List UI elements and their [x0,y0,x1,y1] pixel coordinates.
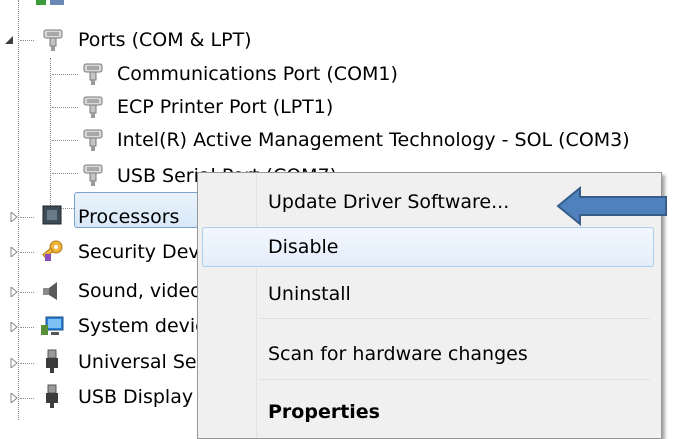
tree-item-com3[interactable]: Intel(R) Active Management Technology - … [117,124,630,156]
speaker-icon [43,282,57,300]
tree-item-label: Communications Port (COM1) [117,63,398,85]
expand-arrow-icon[interactable] [10,322,20,332]
tree-connector [20,292,34,293]
tree-connector [20,363,34,364]
menu-item-scan-hardware[interactable]: Scan for hardware changes [202,334,654,374]
tree-item-lpt1[interactable]: ECP Printer Port (LPT1) [117,91,333,123]
tree-item-usb-display-adapters[interactable]: USB Display Adapters [78,381,197,413]
security-key-icon [42,240,63,261]
menu-separator [260,379,650,380]
tree-item-label: USB Display Adapters [78,386,197,408]
processor-chip-icon [42,205,62,225]
tree-connector [20,327,34,328]
tree-item-label: Security Devices [78,241,197,263]
menu-item-label: Properties [268,401,380,423]
menu-item-uninstall[interactable]: Uninstall [202,274,654,314]
tree-item-label: Sound, video and game controllers [78,280,197,302]
port-connector-icon [83,129,103,151]
usb-plug-icon [46,349,58,373]
tree-item-label: Universal Serial Bus controllers [78,351,197,373]
menu-item-label: Scan for hardware changes [268,343,528,365]
expand-arrow-icon[interactable] [10,287,20,297]
usb-plug-icon [46,384,58,408]
system-computer-icon [41,316,64,335]
tree-connector [52,74,78,75]
tree-connector [50,58,51,208]
tree-connector [20,40,34,41]
tree-item-label: Ports (COM & LPT) [78,29,252,51]
port-connector-icon [43,29,63,51]
tree-item-security-devices[interactable]: Security Devices [78,236,197,268]
tree-connector [20,398,34,399]
tree-connector [52,173,78,174]
menu-item-label: Uninstall [268,283,351,305]
cut-off-device-icon [50,0,64,5]
tree-item-processors[interactable]: Processors [78,201,179,233]
expand-arrow-icon[interactable] [10,358,20,368]
menu-item-label: Update Driver Software... [268,191,510,213]
menu-item-properties[interactable]: Properties [202,392,654,432]
tree-connector [52,140,78,141]
tree-connector [20,252,34,253]
port-connector-icon [83,164,103,186]
tree-item-sound-video[interactable]: Sound, video and game controllers [78,275,197,307]
menu-separator [260,318,650,319]
port-connector-icon [83,63,103,85]
tree-item-ports[interactable]: Ports (COM & LPT) [78,24,252,56]
tree-connector [18,0,19,420]
tree-item-com1[interactable]: Communications Port (COM1) [117,58,398,90]
collapse-arrow-icon[interactable] [4,35,14,45]
tree-item-system-devices[interactable]: System devices [78,310,197,342]
tree-item-label: System devices [78,315,197,337]
expand-arrow-icon[interactable] [10,247,20,257]
tree-item-label: Processors [78,206,180,228]
tree-item-label: Intel(R) Active Management Technology - … [117,129,630,151]
expand-arrow-icon[interactable] [10,212,20,222]
pointer-arrow-icon [556,186,667,226]
menu-item-label: Disable [268,236,339,258]
tree-item-label: ECP Printer Port (LPT1) [117,96,334,118]
cut-off-device-icon [36,0,46,5]
tree-connector [20,217,34,218]
expand-arrow-icon[interactable] [10,393,20,403]
menu-item-disable[interactable]: Disable [202,227,654,267]
tree-item-universal-serial-bus[interactable]: Universal Serial Bus controllers [78,346,197,378]
port-connector-icon [83,96,103,118]
tree-connector [52,107,78,108]
